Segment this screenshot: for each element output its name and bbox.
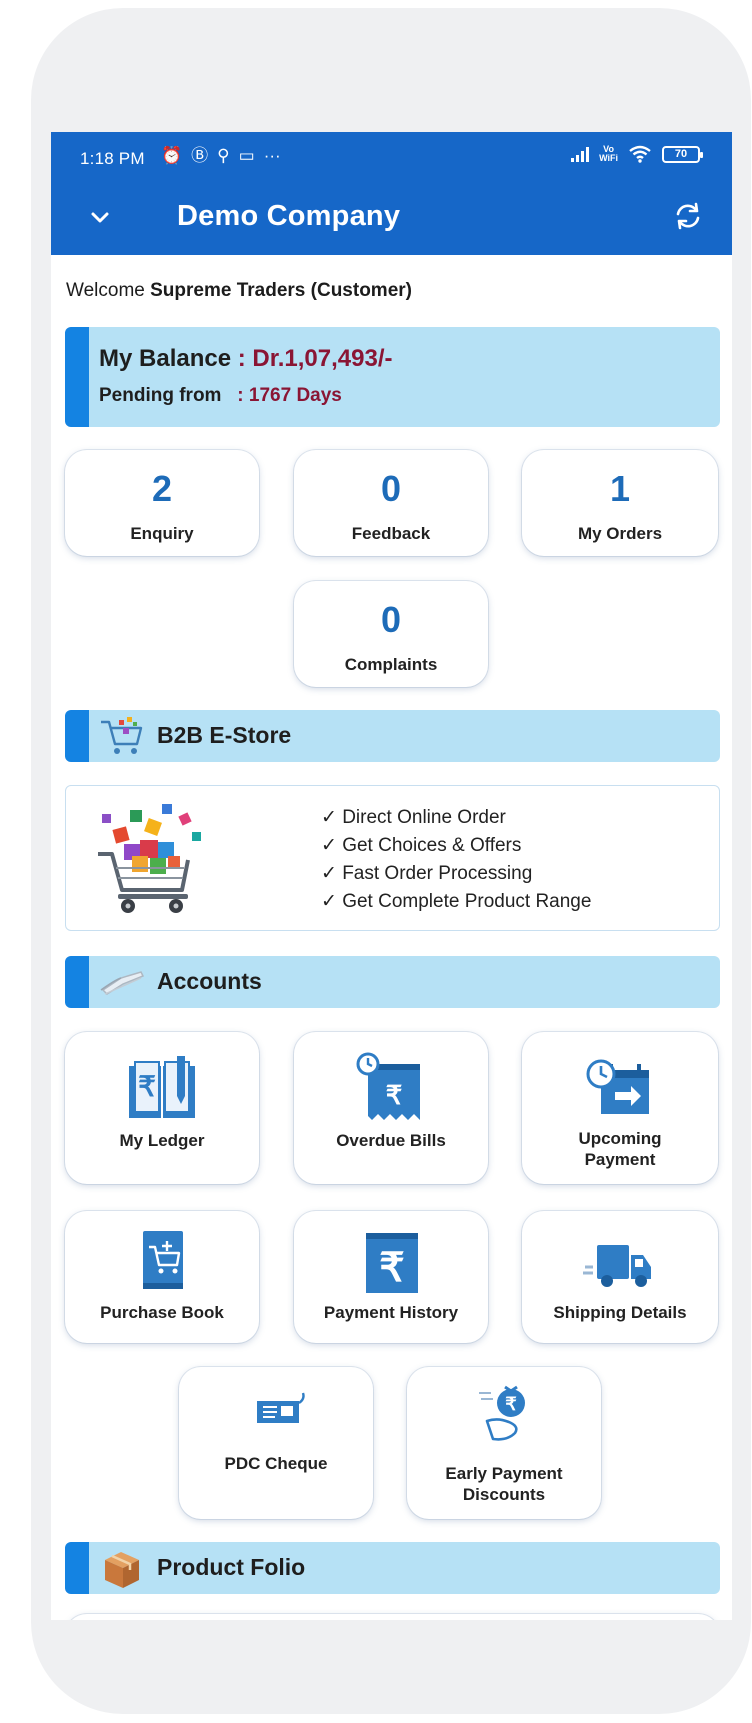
money-bag-hand-icon: ₹ bbox=[479, 1385, 525, 1441]
balance-row: My Balance : Dr.1,07,493/- bbox=[99, 345, 393, 372]
upcoming-payment-icon bbox=[586, 1059, 649, 1114]
section-product-folio[interactable]: Product Folio bbox=[65, 1542, 720, 1594]
signal-icon bbox=[571, 146, 590, 162]
chevron-down-icon[interactable] bbox=[87, 204, 113, 230]
estore-feature: ✓ Get Complete Product Range bbox=[321, 891, 592, 912]
tile-purchase-book[interactable]: Purchase Book bbox=[65, 1211, 259, 1343]
payment-history-icon: ₹ bbox=[366, 1233, 418, 1293]
tile-payment-history[interactable]: ₹ Payment History bbox=[294, 1211, 488, 1343]
message-icon: ▭ bbox=[238, 146, 255, 165]
tile-pdc-cheque[interactable]: PDC Cheque bbox=[179, 1367, 373, 1519]
tile-my-ledger[interactable]: ₹ My Ledger bbox=[65, 1032, 259, 1184]
svg-text:₹: ₹ bbox=[505, 1394, 517, 1414]
tile-early-payment-discounts[interactable]: ₹ Early Payment Discounts bbox=[407, 1367, 601, 1519]
svg-text:₹: ₹ bbox=[138, 1071, 156, 1102]
system-icons: Vo WiFi 70 bbox=[571, 144, 703, 163]
tile-upcoming-payment[interactable]: Upcoming Payment bbox=[522, 1032, 718, 1184]
cheque-icon bbox=[257, 1392, 305, 1423]
customer-name: Supreme Traders (Customer) bbox=[150, 280, 412, 301]
stat-card-my-orders[interactable]: 1 My Orders bbox=[522, 450, 718, 556]
app-screen: 1:18 PM ⏰ Ⓑ ⚲ ▭ ··· Vo WiFi 70 Demo Comp… bbox=[51, 132, 732, 1620]
wifi-icon bbox=[629, 145, 651, 163]
welcome-text: Welcome Supreme Traders (Customer) bbox=[66, 280, 412, 301]
tile-shipping-details[interactable]: Shipping Details bbox=[522, 1211, 718, 1343]
estore-feature: ✓ Get Choices & Offers bbox=[321, 835, 522, 856]
estore-features: ✓ Direct Online Order ✓ Get Choices & Of… bbox=[321, 804, 591, 916]
company-title[interactable]: Demo Company bbox=[177, 200, 400, 233]
more-notifications-icon: ··· bbox=[263, 146, 281, 165]
status-bar: 1:18 PM ⏰ Ⓑ ⚲ ▭ ··· Vo WiFi 70 bbox=[51, 132, 732, 190]
pending-row: Pending from : 1767 Days bbox=[99, 385, 342, 406]
mic-icon: ⚲ bbox=[217, 146, 230, 165]
ledger-book-icon: ₹ bbox=[129, 1056, 195, 1118]
open-book-icon bbox=[100, 971, 145, 995]
overdue-bill-icon: ₹ bbox=[356, 1052, 420, 1120]
cart-with-products-icon bbox=[98, 804, 201, 913]
vowifi-icon: Vo WiFi bbox=[599, 144, 618, 163]
section-accounts[interactable]: Accounts bbox=[65, 956, 720, 1008]
balance-panel: My Balance : Dr.1,07,493/- Pending from … bbox=[65, 327, 720, 427]
product-folio-card[interactable] bbox=[65, 1614, 720, 1620]
package-box-icon bbox=[105, 1552, 139, 1588]
stat-card-complaints[interactable]: 0 Complaints bbox=[294, 581, 488, 687]
section-b2b-estore[interactable]: B2B E-Store bbox=[65, 710, 720, 762]
stat-card-enquiry[interactable]: 2 Enquiry bbox=[65, 450, 259, 556]
battery-icon: 70 bbox=[662, 145, 703, 163]
tile-overdue-bills[interactable]: ₹ Overdue Bills bbox=[294, 1032, 488, 1184]
estore-banner[interactable]: ✓ Direct Online Order ✓ Get Choices & Of… bbox=[65, 785, 720, 931]
alarm-icon: ⏰ bbox=[161, 146, 183, 165]
app-bar: 1:18 PM ⏰ Ⓑ ⚲ ▭ ··· Vo WiFi 70 Demo Comp… bbox=[51, 132, 732, 255]
notification-icons: ⏰ Ⓑ ⚲ ▭ ··· bbox=[161, 146, 281, 166]
svg-text:₹: ₹ bbox=[386, 1080, 403, 1110]
status-time: 1:18 PM bbox=[80, 149, 145, 168]
pending-days: : 1767 Days bbox=[237, 385, 342, 406]
shopping-cart-icon bbox=[101, 717, 143, 754]
b-badge-icon: Ⓑ bbox=[191, 146, 209, 165]
purchase-book-icon bbox=[143, 1231, 183, 1289]
stat-card-feedback[interactable]: 0 Feedback bbox=[294, 450, 488, 556]
balance-amount: : Dr.1,07,493/- bbox=[237, 345, 393, 372]
svg-text:₹: ₹ bbox=[379, 1246, 404, 1290]
refresh-icon[interactable] bbox=[672, 200, 704, 232]
estore-feature: ✓ Fast Order Processing bbox=[321, 863, 533, 884]
estore-feature: ✓ Direct Online Order bbox=[321, 807, 506, 828]
delivery-truck-icon bbox=[583, 1245, 651, 1287]
